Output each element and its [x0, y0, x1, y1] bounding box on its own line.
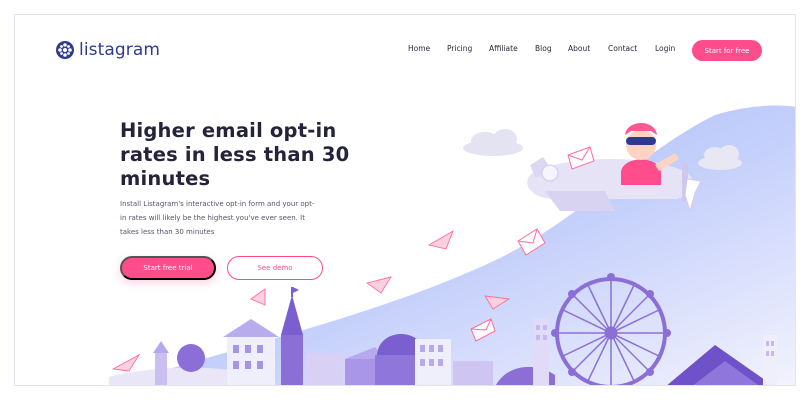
nav-about[interactable]: About: [568, 44, 590, 53]
nav-affiliate[interactable]: Affiliate: [489, 44, 518, 53]
city-skyline: [109, 273, 777, 385]
see-demo-button[interactable]: See demo: [227, 256, 323, 280]
hero-title-line: minutes: [120, 167, 211, 190]
nav-pricing[interactable]: Pricing: [447, 44, 472, 53]
envelope-icon: [470, 146, 595, 342]
main-nav: Home Pricing Affiliate Blog About Contac…: [15, 44, 795, 56]
ferris-wheel: [551, 273, 671, 385]
hero-description-line: takes less than 30 minutes: [120, 228, 215, 236]
hero-description: Install Listagram's interactive opt-in f…: [120, 197, 360, 239]
start-for-free-button[interactable]: Start for free: [692, 40, 762, 61]
start-free-trial-button[interactable]: Start free trial: [120, 256, 216, 280]
paper-plane-icon: [111, 229, 511, 372]
plane-illustration: [527, 123, 702, 213]
nav-blog[interactable]: Blog: [535, 44, 552, 53]
nav-home[interactable]: Home: [408, 44, 430, 53]
browser-frame: listagram Home Pricing Affiliate Blog Ab…: [14, 14, 796, 386]
cloud-left: [463, 129, 523, 156]
hero-title: Higher email opt-in rates in less than 3…: [120, 119, 350, 191]
cloud-right: [698, 145, 742, 170]
hero-title-line: rates in less than 30: [120, 143, 350, 166]
hero-description-line: in rates will likely be the highest you'…: [120, 214, 305, 222]
hero-title-line: Higher email opt-in: [120, 119, 337, 142]
nav-contact[interactable]: Contact: [608, 44, 637, 53]
nav-login[interactable]: Login: [655, 44, 675, 53]
hero-description-line: Install Listagram's interactive opt-in f…: [120, 200, 315, 208]
